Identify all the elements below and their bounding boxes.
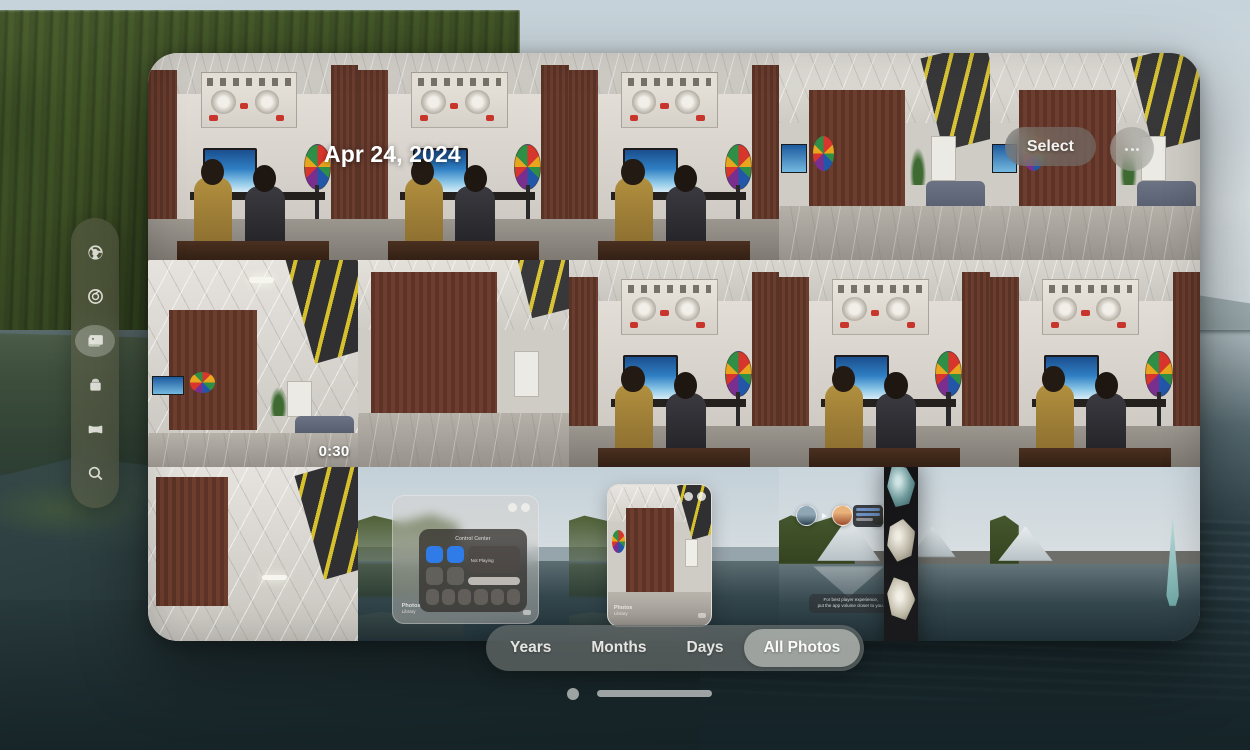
captured-toast: For best player experience, put the app … (808, 593, 893, 614)
panorama-icon (86, 420, 105, 439)
environment-orb (832, 505, 854, 527)
select-button[interactable]: Select (1004, 127, 1096, 166)
grid-cell[interactable] (568, 260, 780, 467)
tab-all-photos[interactable]: All Photos (743, 629, 861, 667)
grid-cell-selected-video[interactable]: 0:30 (148, 260, 359, 467)
search-icon (86, 464, 105, 483)
tab-days[interactable]: Days (667, 629, 744, 667)
more-options-button[interactable] (1110, 127, 1154, 171)
app-sidebar (71, 218, 119, 508)
photos-icon (86, 331, 105, 350)
sidebar-item-search[interactable] (75, 458, 115, 490)
grid-cell[interactable] (989, 467, 1200, 641)
ellipsis-icon (1136, 147, 1139, 151)
tab-years[interactable]: Years (490, 629, 571, 667)
library-icon (86, 243, 105, 262)
grid-cell[interactable]: Photos Library (568, 467, 780, 641)
grid-cell[interactable] (568, 53, 780, 260)
captured-media-chip (852, 505, 883, 528)
grid-cell[interactable]: For best player experience, put the app … (779, 467, 990, 641)
albums-icon (86, 376, 105, 395)
grid-cell[interactable] (148, 467, 359, 641)
environment-orb (796, 505, 818, 527)
tab-months[interactable]: Months (571, 629, 666, 667)
sidebar-item-panoramas[interactable] (75, 413, 115, 445)
memories-icon (86, 287, 105, 306)
captured-vision-window: Photos Library (606, 484, 712, 628)
grid-cell[interactable] (779, 260, 990, 467)
grid-cell[interactable] (779, 53, 990, 260)
captured-control-center: Control Center Not Playing (419, 528, 527, 613)
window-resize-handle[interactable] (597, 690, 712, 697)
page-title: Apr 24, 2024 (324, 141, 461, 167)
captured-window-label: Photos Library (401, 602, 421, 614)
captured-vision-window: Control Center Not Playing Photos Librar… (392, 494, 540, 624)
timeline-scope-tabs: Years Months Days All Photos (486, 625, 865, 671)
photos-window: 0:30 Control Center Not Playing Photos L… (148, 53, 1200, 641)
video-duration-label: 0:30 (318, 443, 350, 460)
control-center-title: Control Center (455, 535, 491, 542)
grid-cell[interactable] (989, 260, 1200, 467)
ellipsis-icon (1125, 147, 1128, 151)
now-playing-label: Not Playing (470, 557, 494, 563)
ellipsis-icon (1130, 147, 1134, 151)
sidebar-item-albums[interactable] (75, 369, 115, 401)
captured-model-panel (884, 467, 919, 641)
sidebar-item-library[interactable] (75, 236, 115, 268)
window-close-dot[interactable] (567, 688, 579, 700)
captured-window-label: Photos Library (613, 605, 633, 617)
sidebar-item-memories[interactable] (75, 280, 115, 312)
grid-cell[interactable] (358, 260, 569, 467)
sidebar-item-photos[interactable] (75, 324, 115, 357)
grid-cell[interactable]: Control Center Not Playing Photos Librar… (358, 467, 569, 641)
